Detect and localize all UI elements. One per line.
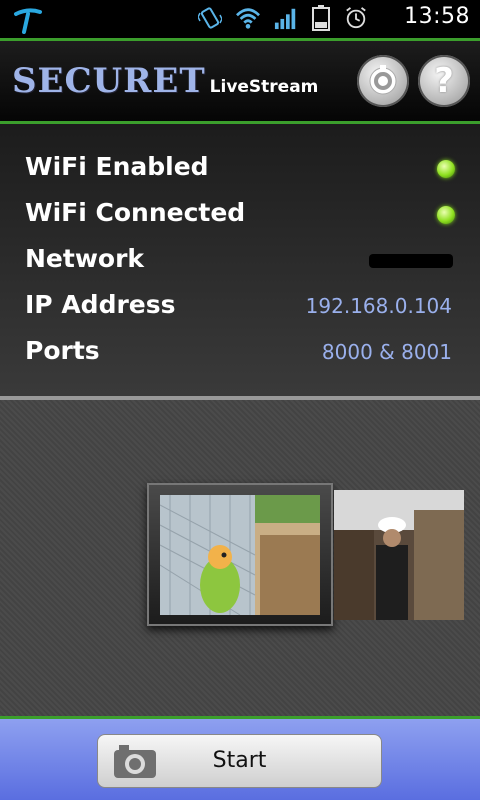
battery-icon	[312, 5, 330, 31]
row-network: Network	[0, 238, 480, 284]
row-ports: Ports 8000 & 8001	[0, 330, 480, 376]
settings-button[interactable]	[357, 55, 409, 107]
app-logo: SECURET LiveStream	[12, 61, 318, 101]
wifi-connected-led-icon	[437, 206, 455, 224]
row-ip-address: IP Address 192.168.0.104	[0, 284, 480, 330]
logo-main-text: SECURET	[12, 61, 206, 101]
row-wifi-connected: WiFi Connected	[0, 192, 480, 238]
row-wifi-enabled: WiFi Enabled	[0, 146, 480, 192]
wifi-enabled-led-icon	[437, 160, 455, 178]
status-panel: WiFi Enabled WiFi Connected Network IP A…	[0, 124, 480, 396]
alarm-icon	[346, 7, 366, 29]
vibrate-icon	[198, 7, 222, 29]
footer-bar: Start	[0, 716, 480, 800]
row-label: Ports	[25, 336, 100, 365]
gear-icon	[369, 65, 397, 95]
start-button-label: Start	[212, 748, 267, 773]
start-button[interactable]: Start	[97, 734, 382, 788]
camera-thumbnail-selected[interactable]	[147, 483, 333, 626]
app-header: SECURET LiveStream ?	[0, 38, 480, 124]
clock: 13:58	[404, 4, 470, 29]
help-icon: ?	[434, 61, 454, 101]
help-button[interactable]: ?	[418, 55, 470, 107]
camera-thumbnail[interactable]	[334, 490, 464, 620]
carrier-logo-icon	[14, 8, 42, 34]
row-label: Network	[25, 244, 145, 273]
signal-icon	[274, 8, 296, 30]
camera-preview-image	[160, 495, 320, 615]
ports-value: 8000 & 8001	[321, 340, 452, 364]
row-label: WiFi Enabled	[25, 152, 209, 181]
status-bar: 13:58	[0, 0, 480, 38]
ip-address-value: 192.168.0.104	[305, 294, 452, 318]
row-label: WiFi Connected	[25, 198, 246, 227]
camera-preview-image	[334, 490, 464, 620]
network-name-redacted	[369, 254, 453, 268]
wifi-icon	[236, 8, 260, 29]
logo-sub-text: LiveStream	[209, 77, 319, 97]
row-label: IP Address	[25, 290, 176, 319]
camera-carousel[interactable]	[0, 400, 480, 716]
